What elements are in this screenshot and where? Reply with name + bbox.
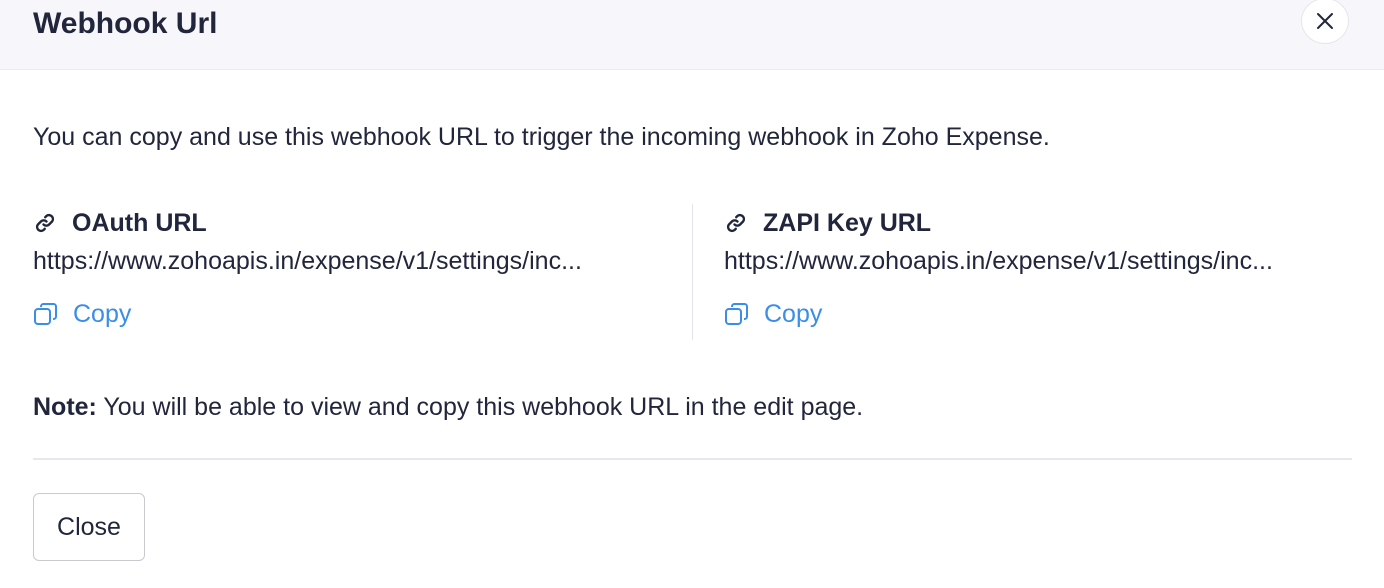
oauth-url-section: OAuth URL https://www.zohoapis.in/expens… <box>33 204 673 329</box>
copy-icon <box>34 302 57 325</box>
zapi-key-url-label: ZAPI Key URL <box>763 208 932 237</box>
link-icon <box>726 213 746 233</box>
zapi-copy-button[interactable]: Copy <box>724 300 822 329</box>
note-body: You will be able to view and copy this w… <box>96 393 864 421</box>
zapi-key-url-section: ZAPI Key URL https://www.zohoapis.in/exp… <box>724 204 1364 329</box>
webhook-url-dialog: Webhook Url You can copy and use this we… <box>0 0 1384 588</box>
dialog-title: Webhook Url <box>33 7 218 40</box>
oauth-url-label: OAuth URL <box>72 208 207 237</box>
close-button[interactable]: Close <box>33 493 145 561</box>
zapi-key-url-value: https://www.zohoapis.in/expense/v1/setti… <box>724 247 1273 275</box>
dialog-header: Webhook Url <box>0 0 1384 70</box>
note-prefix: Note: <box>33 393 97 421</box>
dialog-description: You can copy and use this webhook URL to… <box>33 123 1050 151</box>
column-divider <box>692 204 693 340</box>
copy-icon <box>725 302 748 325</box>
dialog-close-button[interactable] <box>1301 0 1349 44</box>
oauth-copy-button[interactable]: Copy <box>33 300 131 329</box>
link-icon <box>35 213 55 233</box>
zapi-copy-label: Copy <box>764 300 823 328</box>
oauth-url-value: https://www.zohoapis.in/expense/v1/setti… <box>33 247 582 275</box>
oauth-copy-label: Copy <box>73 300 132 328</box>
close-icon <box>1317 13 1333 29</box>
note-text: Note: You will be able to view and copy … <box>33 390 863 424</box>
footer-divider <box>33 458 1352 460</box>
